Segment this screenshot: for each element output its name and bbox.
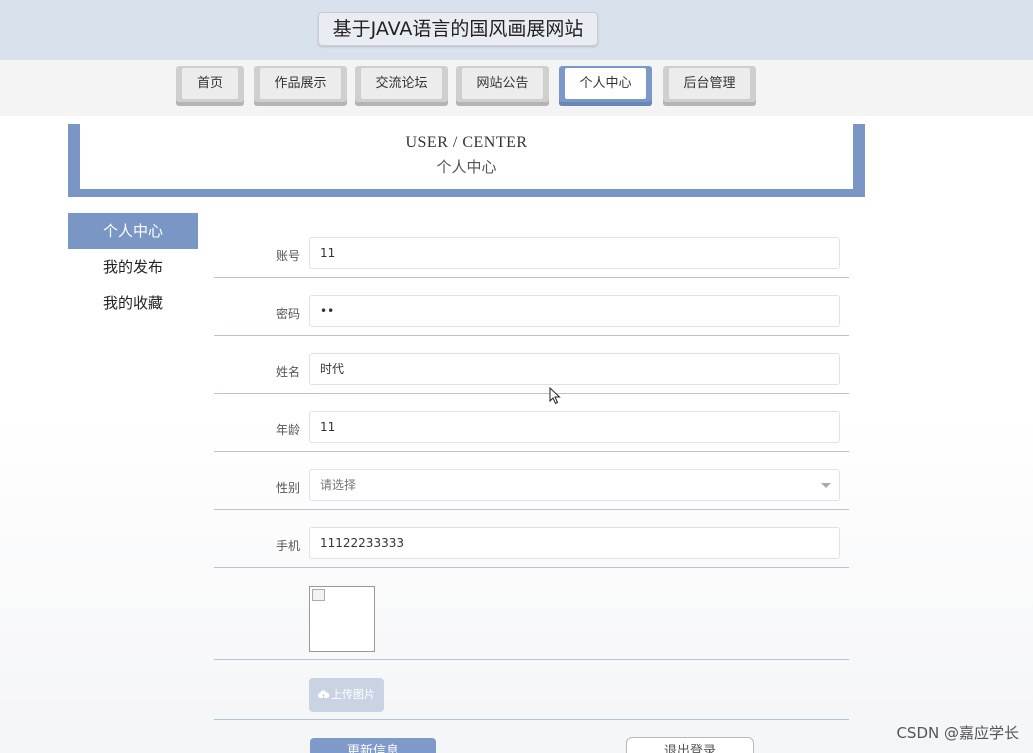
nav-admin[interactable]: 后台管理 xyxy=(663,66,756,106)
form-row-password: 密码 •• xyxy=(214,278,849,336)
nav-forum-label: 交流论坛 xyxy=(361,68,442,99)
age-input[interactable]: 11 xyxy=(309,411,840,443)
avatar-image xyxy=(309,586,375,652)
form-row-phone: 手机 11122233333 xyxy=(214,510,849,568)
gender-select[interactable]: 请选择 xyxy=(309,469,840,501)
upload-image-label: 上传图片 xyxy=(331,688,375,701)
name-label: 姓名 xyxy=(275,365,300,379)
gender-label: 性别 xyxy=(275,481,300,495)
password-label: 密码 xyxy=(275,307,300,321)
account-input[interactable]: 11 xyxy=(309,237,840,269)
password-input[interactable]: •• xyxy=(309,295,840,327)
site-title: 基于JAVA语言的国风画展网站 xyxy=(318,12,598,46)
nav-works[interactable]: 作品展示 xyxy=(254,66,347,106)
form-row-account: 账号 11 xyxy=(214,220,849,278)
gender-select-value: 请选择 xyxy=(320,478,357,492)
sidebar-item-user-center[interactable]: 个人中心 xyxy=(68,213,198,249)
sidebar-item-my-favorites[interactable]: 我的收藏 xyxy=(68,285,198,321)
upload-image-button[interactable]: 上传图片 xyxy=(309,678,384,712)
form-row-age: 年龄 11 xyxy=(214,394,849,452)
phone-label: 手机 xyxy=(275,539,300,553)
nav-forum[interactable]: 交流论坛 xyxy=(355,66,448,106)
broken-image-icon xyxy=(312,589,325,601)
name-input[interactable]: 时代 xyxy=(309,353,840,385)
form-row-upload: 上传图片 xyxy=(214,660,849,720)
watermark: CSDN @嘉应学长 xyxy=(896,724,1019,742)
age-label: 年龄 xyxy=(275,423,300,437)
account-label: 账号 xyxy=(275,249,300,263)
banner-title-en: USER / CENTER xyxy=(405,134,528,151)
sidebar-item-my-posts[interactable]: 我的发布 xyxy=(68,249,198,285)
nav-home-label: 首页 xyxy=(182,68,238,99)
nav-user-center-label: 个人中心 xyxy=(565,68,646,99)
form-row-gender: 性别 请选择 xyxy=(214,452,849,510)
nav-works-label: 作品展示 xyxy=(260,68,341,99)
chevron-down-icon xyxy=(821,483,831,488)
nav-notice-label: 网站公告 xyxy=(462,68,543,99)
logout-button[interactable]: 退出登录 xyxy=(626,737,754,753)
update-info-button[interactable]: 更新信息 xyxy=(310,738,436,753)
form-row-name: 姓名 时代 xyxy=(214,336,849,394)
nav-notice[interactable]: 网站公告 xyxy=(456,66,549,106)
cloud-upload-icon xyxy=(317,690,330,699)
nav-admin-label: 后台管理 xyxy=(669,68,750,99)
nav-user-center[interactable]: 个人中心 xyxy=(559,66,652,106)
form-row-avatar-preview xyxy=(214,568,849,660)
nav-home[interactable]: 首页 xyxy=(176,66,244,106)
banner-title-zh: 个人中心 xyxy=(436,158,497,176)
phone-input[interactable]: 11122233333 xyxy=(309,527,840,559)
page-banner: USER / CENTER 个人中心 xyxy=(68,124,865,197)
mouse-pointer-icon xyxy=(549,387,561,405)
